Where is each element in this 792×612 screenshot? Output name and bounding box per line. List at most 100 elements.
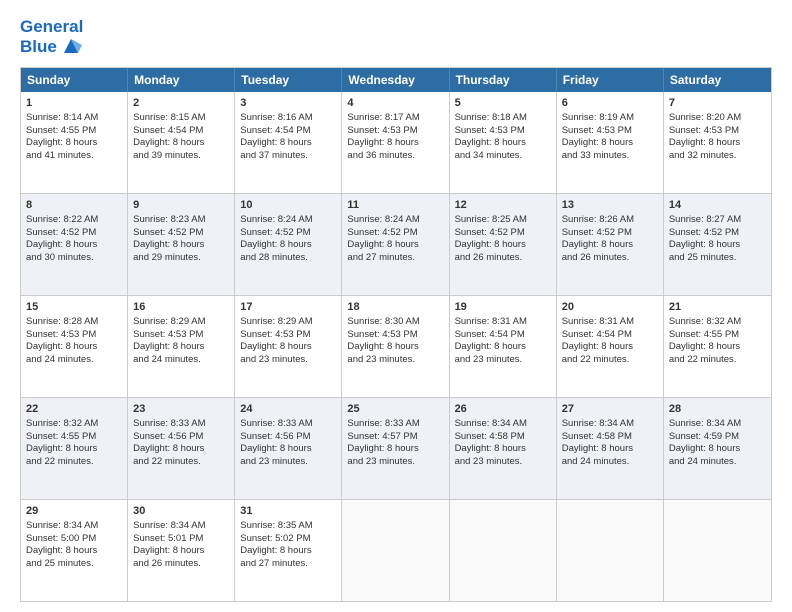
day-info-line: Daylight: 8 hours bbox=[669, 443, 766, 456]
header: General Blue bbox=[20, 18, 772, 57]
day-info-line: Sunrise: 8:33 AM bbox=[240, 418, 336, 431]
day-info-line: Sunrise: 8:32 AM bbox=[26, 418, 122, 431]
calendar-row-5: 29Sunrise: 8:34 AMSunset: 5:00 PMDayligh… bbox=[21, 499, 771, 601]
day-info-line: Sunset: 4:52 PM bbox=[240, 227, 336, 240]
day-info-line: Daylight: 8 hours bbox=[133, 443, 229, 456]
calendar-cell: 27Sunrise: 8:34 AMSunset: 4:58 PMDayligh… bbox=[557, 398, 664, 499]
day-info-line: Sunrise: 8:34 AM bbox=[133, 520, 229, 533]
day-number: 19 bbox=[455, 300, 551, 315]
day-info-line: and 32 minutes. bbox=[669, 150, 766, 163]
day-info-line: Daylight: 8 hours bbox=[347, 239, 443, 252]
day-info-line: Daylight: 8 hours bbox=[26, 545, 122, 558]
day-number: 30 bbox=[133, 504, 229, 519]
day-info-line: Sunrise: 8:18 AM bbox=[455, 112, 551, 125]
day-info-line: Daylight: 8 hours bbox=[133, 239, 229, 252]
day-info-line: Sunset: 4:53 PM bbox=[133, 329, 229, 342]
day-info-line: Daylight: 8 hours bbox=[347, 443, 443, 456]
logo-line2: Blue bbox=[20, 35, 83, 57]
day-info-line: Sunset: 5:01 PM bbox=[133, 533, 229, 546]
day-info-line: Sunrise: 8:34 AM bbox=[455, 418, 551, 431]
day-info-line: Sunset: 4:53 PM bbox=[347, 125, 443, 138]
calendar-cell: 31Sunrise: 8:35 AMSunset: 5:02 PMDayligh… bbox=[235, 500, 342, 601]
day-info-line: Sunset: 5:02 PM bbox=[240, 533, 336, 546]
day-info-line: Sunset: 4:53 PM bbox=[240, 329, 336, 342]
day-info-line: Sunrise: 8:15 AM bbox=[133, 112, 229, 125]
day-info-line: Daylight: 8 hours bbox=[240, 443, 336, 456]
day-number: 8 bbox=[26, 198, 122, 213]
day-number: 29 bbox=[26, 504, 122, 519]
day-info-line: Sunset: 4:52 PM bbox=[133, 227, 229, 240]
day-info-line: Sunrise: 8:29 AM bbox=[133, 316, 229, 329]
day-info-line: Daylight: 8 hours bbox=[562, 239, 658, 252]
day-number: 27 bbox=[562, 402, 658, 417]
day-info-line: Sunset: 4:54 PM bbox=[455, 329, 551, 342]
day-info-line: and 39 minutes. bbox=[133, 150, 229, 163]
day-info-line: Daylight: 8 hours bbox=[562, 341, 658, 354]
day-info-line: Sunset: 4:54 PM bbox=[562, 329, 658, 342]
day-number: 14 bbox=[669, 198, 766, 213]
day-info-line: Daylight: 8 hours bbox=[347, 137, 443, 150]
day-info-line: Daylight: 8 hours bbox=[240, 341, 336, 354]
day-number: 15 bbox=[26, 300, 122, 315]
day-info-line: Sunrise: 8:31 AM bbox=[562, 316, 658, 329]
logo: General Blue bbox=[20, 18, 83, 57]
day-info-line: Sunset: 4:55 PM bbox=[669, 329, 766, 342]
day-info-line: and 22 minutes. bbox=[669, 354, 766, 367]
day-info-line: and 23 minutes. bbox=[347, 456, 443, 469]
calendar-header: SundayMondayTuesdayWednesdayThursdayFrid… bbox=[21, 68, 771, 92]
day-info-line: Sunset: 4:53 PM bbox=[562, 125, 658, 138]
day-number: 10 bbox=[240, 198, 336, 213]
day-number: 24 bbox=[240, 402, 336, 417]
day-info-line: Sunrise: 8:24 AM bbox=[240, 214, 336, 227]
day-info-line: Daylight: 8 hours bbox=[455, 239, 551, 252]
calendar-cell: 22Sunrise: 8:32 AMSunset: 4:55 PMDayligh… bbox=[21, 398, 128, 499]
day-info-line: Sunset: 4:54 PM bbox=[240, 125, 336, 138]
calendar-cell: 18Sunrise: 8:30 AMSunset: 4:53 PMDayligh… bbox=[342, 296, 449, 397]
day-info-line: and 24 minutes. bbox=[562, 456, 658, 469]
day-info-line: Daylight: 8 hours bbox=[240, 137, 336, 150]
logo-icon bbox=[60, 35, 82, 57]
day-info-line: Daylight: 8 hours bbox=[347, 341, 443, 354]
day-info-line: and 26 minutes. bbox=[562, 252, 658, 265]
day-info-line: Sunrise: 8:27 AM bbox=[669, 214, 766, 227]
day-info-line: and 26 minutes. bbox=[455, 252, 551, 265]
calendar-row-2: 8Sunrise: 8:22 AMSunset: 4:52 PMDaylight… bbox=[21, 193, 771, 295]
day-info-line: and 22 minutes. bbox=[133, 456, 229, 469]
calendar-cell: 20Sunrise: 8:31 AMSunset: 4:54 PMDayligh… bbox=[557, 296, 664, 397]
day-info-line: Sunset: 4:53 PM bbox=[669, 125, 766, 138]
day-info-line: Sunset: 4:54 PM bbox=[133, 125, 229, 138]
calendar-cell: 30Sunrise: 8:34 AMSunset: 5:01 PMDayligh… bbox=[128, 500, 235, 601]
calendar-cell: 4Sunrise: 8:17 AMSunset: 4:53 PMDaylight… bbox=[342, 92, 449, 193]
day-info-line: Sunrise: 8:33 AM bbox=[133, 418, 229, 431]
day-info-line: and 41 minutes. bbox=[26, 150, 122, 163]
day-number: 31 bbox=[240, 504, 336, 519]
calendar-cell: 6Sunrise: 8:19 AMSunset: 4:53 PMDaylight… bbox=[557, 92, 664, 193]
day-info-line: and 23 minutes. bbox=[240, 456, 336, 469]
day-info-line: Daylight: 8 hours bbox=[240, 239, 336, 252]
header-day-saturday: Saturday bbox=[664, 68, 771, 92]
header-day-friday: Friday bbox=[557, 68, 664, 92]
calendar-cell: 17Sunrise: 8:29 AMSunset: 4:53 PMDayligh… bbox=[235, 296, 342, 397]
day-info-line: Sunrise: 8:33 AM bbox=[347, 418, 443, 431]
day-info-line: and 36 minutes. bbox=[347, 150, 443, 163]
calendar-cell bbox=[342, 500, 449, 601]
day-info-line: Sunrise: 8:35 AM bbox=[240, 520, 336, 533]
day-info-line: Daylight: 8 hours bbox=[669, 137, 766, 150]
day-number: 26 bbox=[455, 402, 551, 417]
day-info-line: Daylight: 8 hours bbox=[562, 443, 658, 456]
day-info-line: Sunset: 4:52 PM bbox=[669, 227, 766, 240]
day-info-line: Sunrise: 8:17 AM bbox=[347, 112, 443, 125]
day-info-line: and 29 minutes. bbox=[133, 252, 229, 265]
calendar-cell: 28Sunrise: 8:34 AMSunset: 4:59 PMDayligh… bbox=[664, 398, 771, 499]
calendar-cell: 8Sunrise: 8:22 AMSunset: 4:52 PMDaylight… bbox=[21, 194, 128, 295]
calendar-body: 1Sunrise: 8:14 AMSunset: 4:55 PMDaylight… bbox=[21, 92, 771, 601]
calendar: SundayMondayTuesdayWednesdayThursdayFrid… bbox=[20, 67, 772, 602]
day-number: 21 bbox=[669, 300, 766, 315]
day-info-line: Daylight: 8 hours bbox=[455, 341, 551, 354]
day-info-line: Sunrise: 8:16 AM bbox=[240, 112, 336, 125]
day-info-line: Sunrise: 8:23 AM bbox=[133, 214, 229, 227]
day-info-line: Daylight: 8 hours bbox=[133, 341, 229, 354]
calendar-cell bbox=[450, 500, 557, 601]
day-number: 25 bbox=[347, 402, 443, 417]
day-info-line: Sunrise: 8:29 AM bbox=[240, 316, 336, 329]
